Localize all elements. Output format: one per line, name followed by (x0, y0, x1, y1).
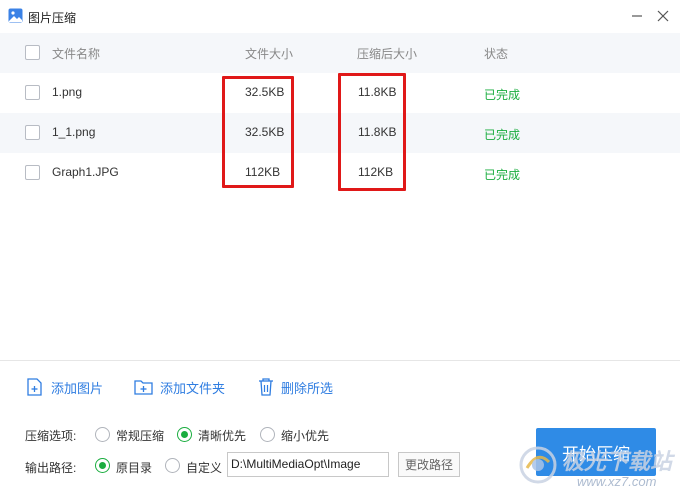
output-mode-original-label[interactable]: 原目录 (116, 459, 152, 476)
compress-mode-clarity-radio[interactable] (177, 427, 192, 442)
add-image-icon (27, 378, 42, 396)
compress-options-label: 压缩选项: (25, 429, 77, 443)
status-text: 已完成 (484, 128, 521, 142)
compress-mode-clarity-label[interactable]: 清晰优先 (198, 427, 246, 444)
compressed-size-highlight-box (338, 73, 406, 191)
output-path-label: 输出路径: (25, 461, 77, 475)
row-checkbox[interactable] (25, 165, 40, 180)
output-mode-custom-radio[interactable] (165, 458, 180, 473)
watermark-logo-icon (519, 446, 557, 484)
file-name: Graph1.JPG (52, 165, 119, 179)
add-image-label: 添加图片 (51, 380, 104, 396)
size-highlight-box (222, 76, 294, 188)
close-button[interactable] (655, 8, 671, 24)
site-watermark: 极光下载站 www.xz7.com (515, 440, 680, 498)
delete-selected-button[interactable]: 删除所选 (257, 377, 333, 397)
watermark-title: 极光下载站 (562, 449, 673, 474)
table-header: 文件名称 文件大小 压缩后大小 状态 (0, 33, 680, 73)
divider (0, 360, 680, 361)
close-icon (657, 10, 669, 22)
file-name: 1.png (52, 85, 83, 99)
column-header-size[interactable]: 文件大小 (245, 45, 293, 62)
add-image-button[interactable]: 添加图片 (25, 377, 103, 397)
compress-mode-size-radio[interactable] (260, 427, 275, 442)
output-mode-original-radio[interactable] (95, 458, 110, 473)
add-folder-icon (134, 380, 153, 395)
row-checkbox[interactable] (25, 85, 40, 100)
minimize-button[interactable] (629, 8, 645, 24)
row-checkbox[interactable] (25, 125, 40, 140)
select-all-checkbox[interactable] (25, 45, 40, 60)
compress-mode-size-label[interactable]: 缩小优先 (281, 427, 329, 444)
trash-icon (259, 378, 273, 396)
window-title: 图片压缩 (28, 11, 77, 25)
add-folder-button[interactable]: 添加文件夹 (133, 377, 225, 397)
column-header-compressed-size[interactable]: 压缩后大小 (357, 45, 417, 62)
add-folder-label: 添加文件夹 (160, 380, 226, 396)
output-path-input[interactable]: D:\MultiMediaOpt\Image (227, 452, 389, 477)
compress-mode-normal-radio[interactable] (95, 427, 110, 442)
title-bar: 图片压缩 (0, 0, 680, 32)
file-name: 1_1.png (52, 125, 96, 139)
compress-mode-normal-label[interactable]: 常规压缩 (116, 427, 164, 444)
status-text: 已完成 (484, 88, 521, 102)
change-path-button[interactable]: 更改路径 (398, 452, 460, 477)
status-text: 已完成 (484, 168, 521, 182)
delete-selected-label: 删除所选 (281, 380, 334, 396)
minimize-icon (632, 15, 642, 17)
column-header-status[interactable]: 状态 (484, 45, 508, 62)
watermark-url: www.xz7.com (577, 474, 657, 489)
output-mode-custom-label[interactable]: 自定义 (186, 459, 222, 476)
image-app-icon (8, 8, 23, 23)
column-header-name[interactable]: 文件名称 (52, 45, 100, 62)
